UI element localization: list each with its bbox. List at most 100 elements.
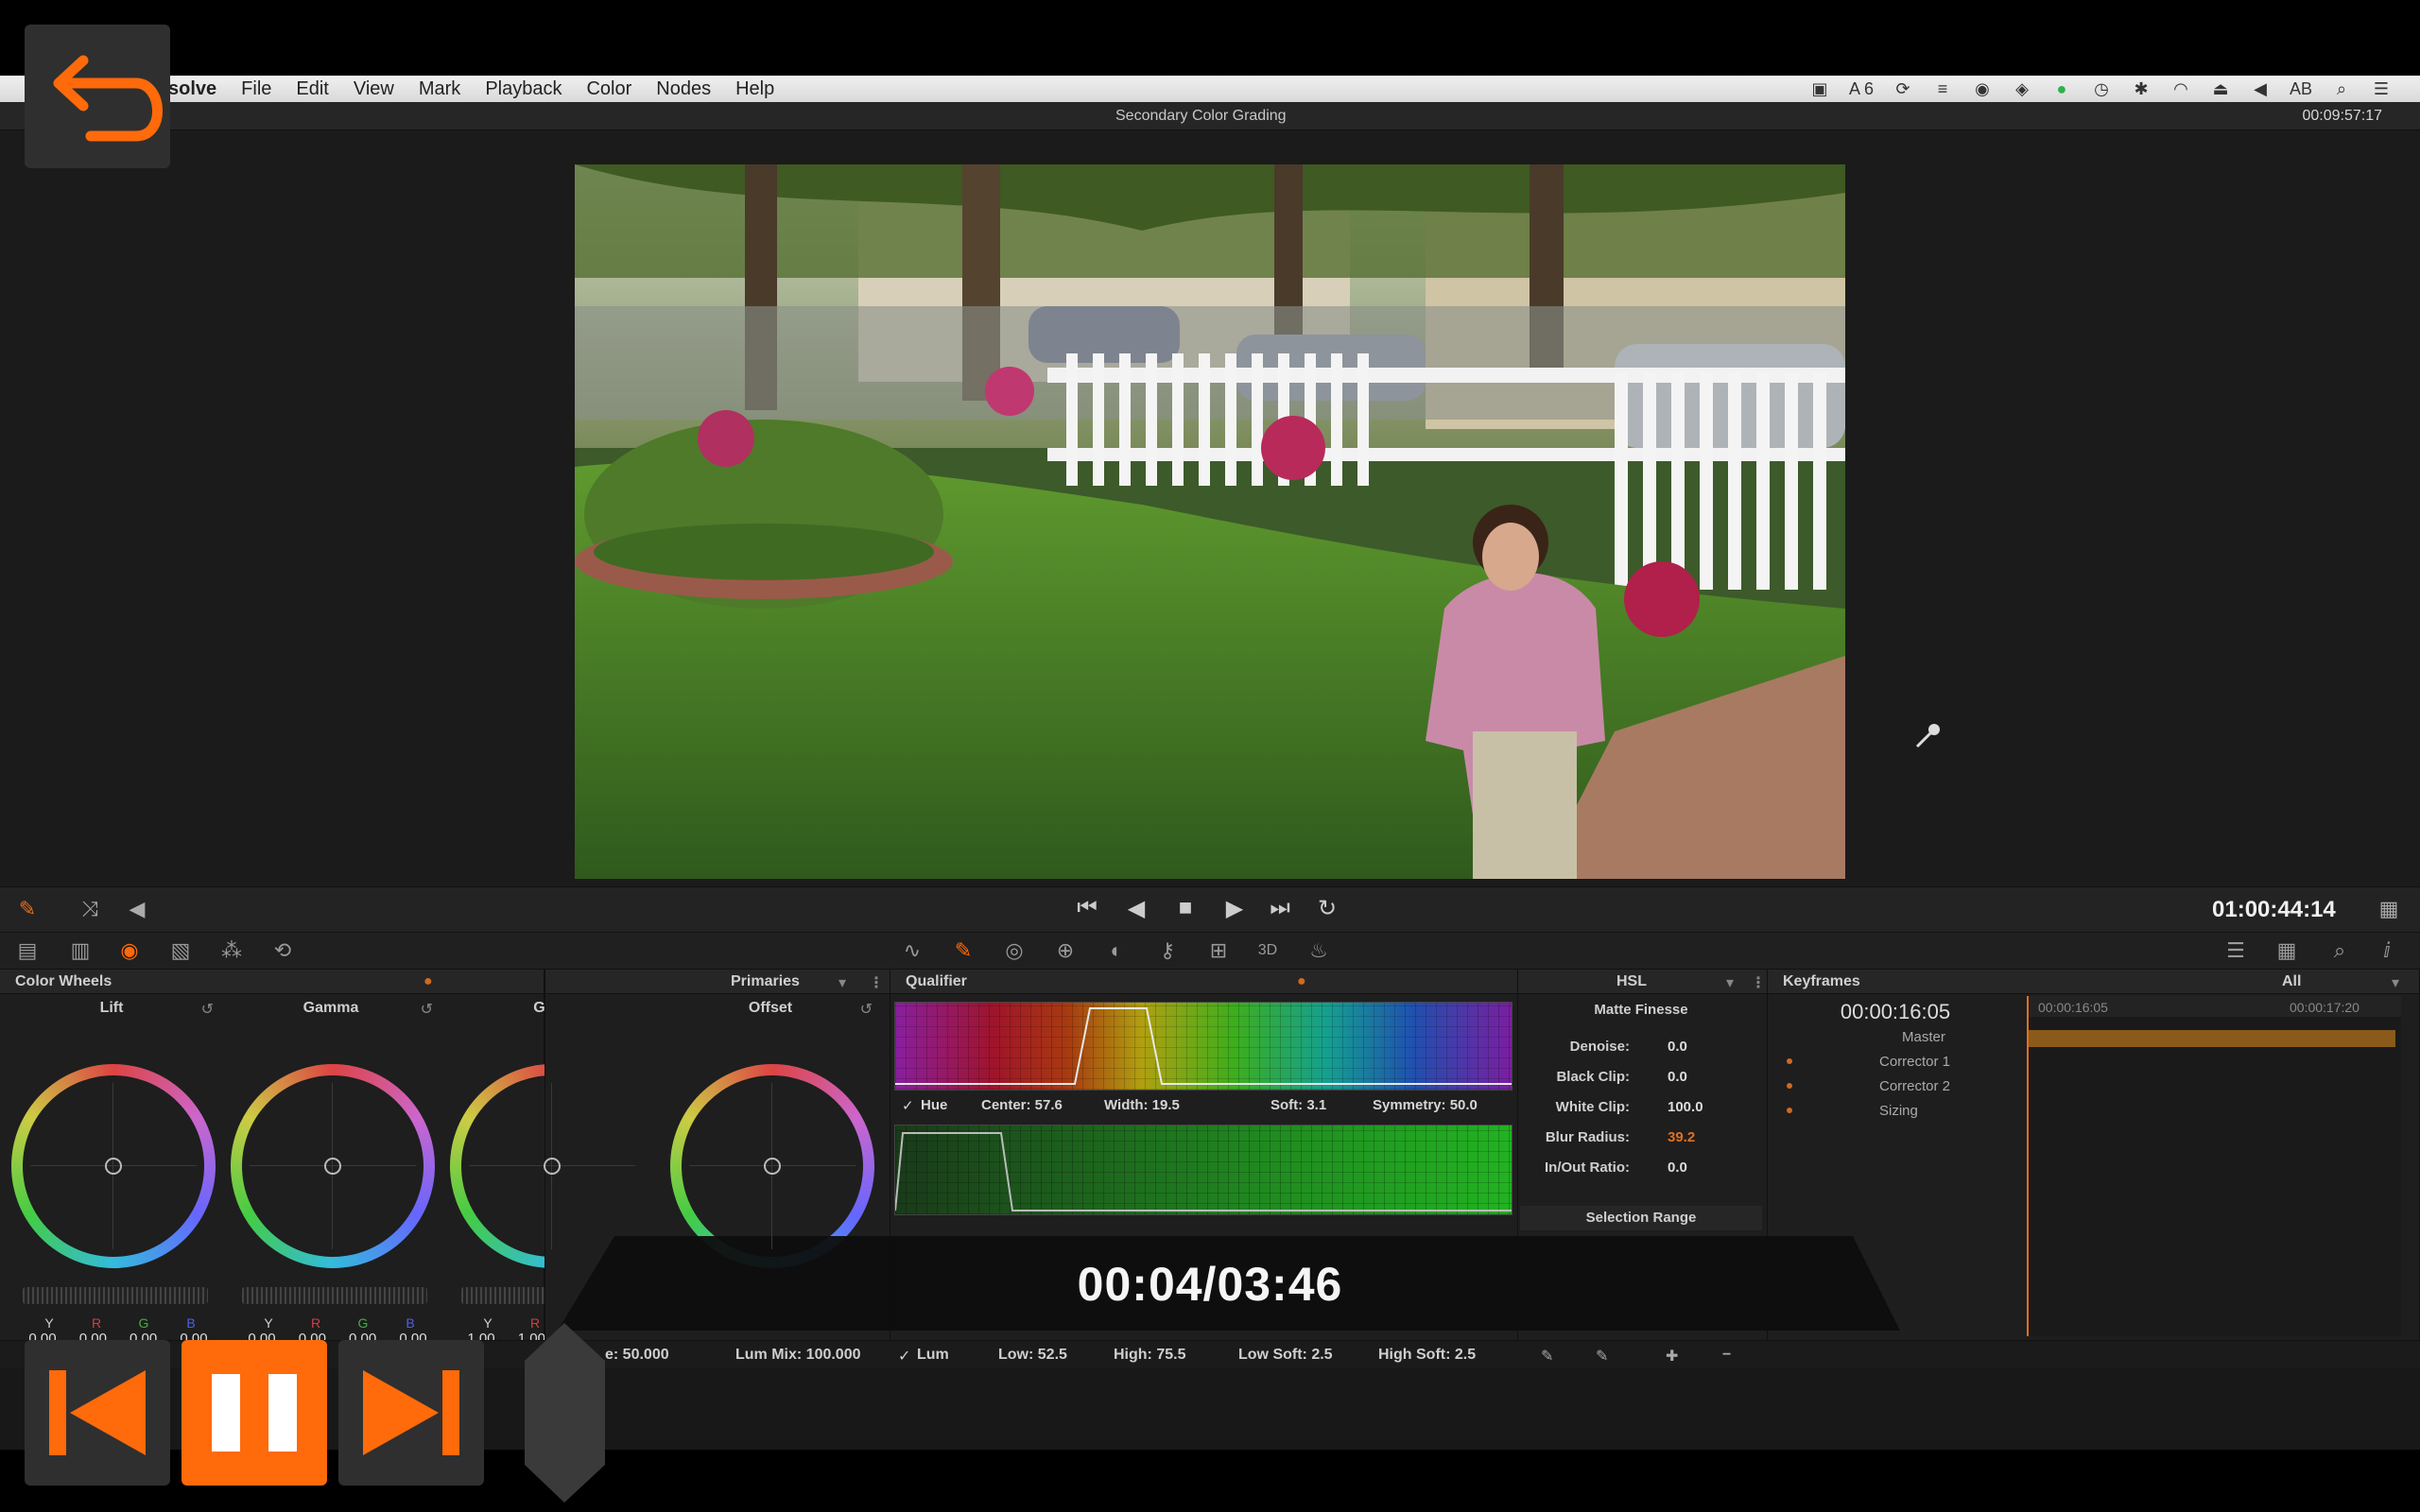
dropdown-arrow-icon[interactable]: ▾ [1726,973,1734,992]
menu-color[interactable]: Color [586,78,631,100]
color-wheel-dial[interactable] [231,1064,435,1268]
bluetooth-icon[interactable]: ✱ [2131,79,2152,99]
menu-nodes[interactable]: Nodes [656,78,711,100]
hue-width[interactable]: Width: 19.5 [1104,1097,1180,1113]
hue-selection-curve[interactable] [895,1003,1512,1091]
video-frame[interactable] [575,164,1845,879]
color-wheel-dial[interactable] [11,1064,216,1268]
grid-icon[interactable]: ▦ [2273,938,2301,965]
menu-file[interactable]: File [241,78,271,100]
sizing-icon[interactable]: ⊞ [1204,938,1233,965]
rgb-mixer-icon[interactable]: ⁂ [217,938,246,965]
primaries-mode-dropdown[interactable]: Primaries [731,973,800,990]
feather-subtract-icon[interactable]: − [1722,1347,1731,1364]
panel-options-icon[interactable]: ⋮ [1751,973,1766,992]
stop-button[interactable]: ■ [1168,895,1202,925]
menu-playback[interactable]: Playback [485,78,562,100]
progress-scrubber-handle[interactable] [525,1323,605,1503]
lum-high-soft[interactable]: High Soft: 2.5 [1378,1347,1476,1364]
black-clip-value[interactable]: 0.0 [1668,1069,1687,1085]
blur-icon[interactable]: ◐ [1102,938,1131,965]
picker-add-icon[interactable]: ✎ [1541,1347,1553,1366]
qualifier-icon[interactable]: ✎ [949,938,977,965]
spotlight-search-icon[interactable]: ⌕ [2331,79,2352,99]
back-button[interactable] [25,25,170,168]
menu-view[interactable]: View [354,78,394,100]
keyframes-filter-dropdown[interactable]: All [2282,973,2301,990]
sync-icon[interactable]: ⟳ [1893,79,1913,99]
master-wheel-slider[interactable] [242,1287,427,1304]
wifi-icon[interactable]: ◠ [2170,79,2191,99]
clips-icon[interactable]: ▤ [13,938,42,965]
audio-icon[interactable]: ◀ [123,897,151,923]
adobe-status[interactable]: A 6 [1849,79,1874,99]
wheel-puck[interactable] [105,1158,122,1175]
pause-button[interactable] [182,1340,327,1486]
nvidia-icon[interactable]: ◈ [2012,79,2032,99]
notification-list-icon[interactable]: ☰ [2371,79,2392,99]
keyframe-range-bar[interactable] [2027,1030,2395,1047]
tracker-icon[interactable]: ⊕ [1051,938,1080,965]
shuffle-icon[interactable]: ⤨ [76,897,104,923]
reset-icon[interactable]: ↺ [860,1000,873,1019]
hue-checkbox[interactable]: ✓ [902,1097,914,1114]
color-wheels-icon[interactable]: ◉ [115,938,144,965]
lum-high[interactable]: High: 75.5 [1114,1347,1185,1364]
wheel-puck[interactable] [544,1158,561,1175]
hue-center[interactable]: Center: 57.6 [981,1097,1063,1113]
grid-view-icon[interactable]: ▦ [2375,897,2403,923]
keyframe-track-corrector-2[interactable]: Corrector 2 [1777,1075,2014,1098]
go-to-end-button[interactable]: ⏭ [1263,895,1297,925]
in-out-ratio-value[interactable]: 0.0 [1668,1160,1687,1176]
wheel-puck[interactable] [764,1158,781,1175]
volume-icon[interactable]: ◀ [2250,79,2271,99]
lum-qualifier-graph[interactable] [894,1125,1512,1215]
lum-selection-curve[interactable] [895,1125,1512,1215]
go-to-start-button[interactable]: ⏮ [1070,895,1104,925]
eject-icon[interactable]: ⏏ [2210,79,2231,99]
hue-qualifier-graph[interactable] [894,1002,1512,1091]
app-name-menu[interactable]: solve [168,78,216,100]
dropdown-arrow-icon[interactable]: ▾ [838,973,846,992]
previous-button[interactable] [25,1340,170,1486]
keyframe-playhead[interactable] [2027,996,2029,1336]
info-icon[interactable]: ⅈ [2373,938,2401,965]
lum-mix-param[interactable]: Lum Mix: 100.000 [735,1347,861,1364]
input-source[interactable]: AB [2290,79,2312,99]
nodes-list-icon[interactable]: ☰ [2221,938,2250,965]
qualifier-mode-dropdown[interactable]: HSL [1616,973,1647,990]
keyframe-timeline[interactable]: 00:00:16:05 00:00:17:20 [2027,996,2401,1336]
lum-low-soft[interactable]: Low Soft: 2.5 [1238,1347,1333,1364]
project-name-dropdown[interactable]: Secondary Color Grading [1115,108,1287,125]
3d-icon[interactable]: 3D [1253,942,1282,969]
white-clip-value[interactable]: 100.0 [1668,1099,1703,1115]
wheel-puck[interactable] [324,1158,341,1175]
master-wheel-slider[interactable] [23,1287,208,1304]
lum-low[interactable]: Low: 52.5 [998,1347,1067,1364]
qualifier-picker-icon[interactable]: ✎ [13,897,42,923]
camera-icon[interactable]: ▣ [1809,79,1830,99]
sliders-icon[interactable]: ≡ [1932,79,1953,99]
zoom-icon[interactable]: ⌕ [2325,938,2354,965]
loop-button[interactable]: ↻ [1310,895,1344,925]
keyframe-track-sizing[interactable]: Sizing [1777,1100,2014,1123]
play-button[interactable]: ▶ [1218,895,1252,925]
reverse-play-button[interactable]: ◀ [1119,895,1153,925]
feather-add-icon[interactable]: ✚ [1666,1347,1678,1366]
reset-icon[interactable]: ↺ [421,1000,433,1019]
blur-radius-value[interactable]: 39.2 [1668,1129,1695,1145]
eye-icon[interactable]: ◉ [1972,79,1993,99]
keyframe-track-corrector-1[interactable]: Corrector 1 [1777,1051,2014,1074]
denoise-value[interactable]: 0.0 [1668,1039,1687,1055]
menu-help[interactable]: Help [735,78,774,100]
hue-symmetry[interactable]: Symmetry: 50.0 [1373,1097,1478,1113]
picker-subtract-icon[interactable]: ✎ [1596,1347,1608,1366]
dropdown-arrow-icon[interactable]: ▾ [2392,973,2399,992]
next-button[interactable] [338,1340,484,1486]
primaries-bars-icon[interactable]: ▧ [166,938,195,965]
window-icon[interactable]: ◎ [1000,938,1028,965]
menu-edit[interactable]: Edit [296,78,328,100]
key-icon[interactable]: ⚷ [1153,938,1182,965]
saturation-param[interactable]: e: 50.000 [605,1347,669,1364]
menu-mark[interactable]: Mark [419,78,460,100]
